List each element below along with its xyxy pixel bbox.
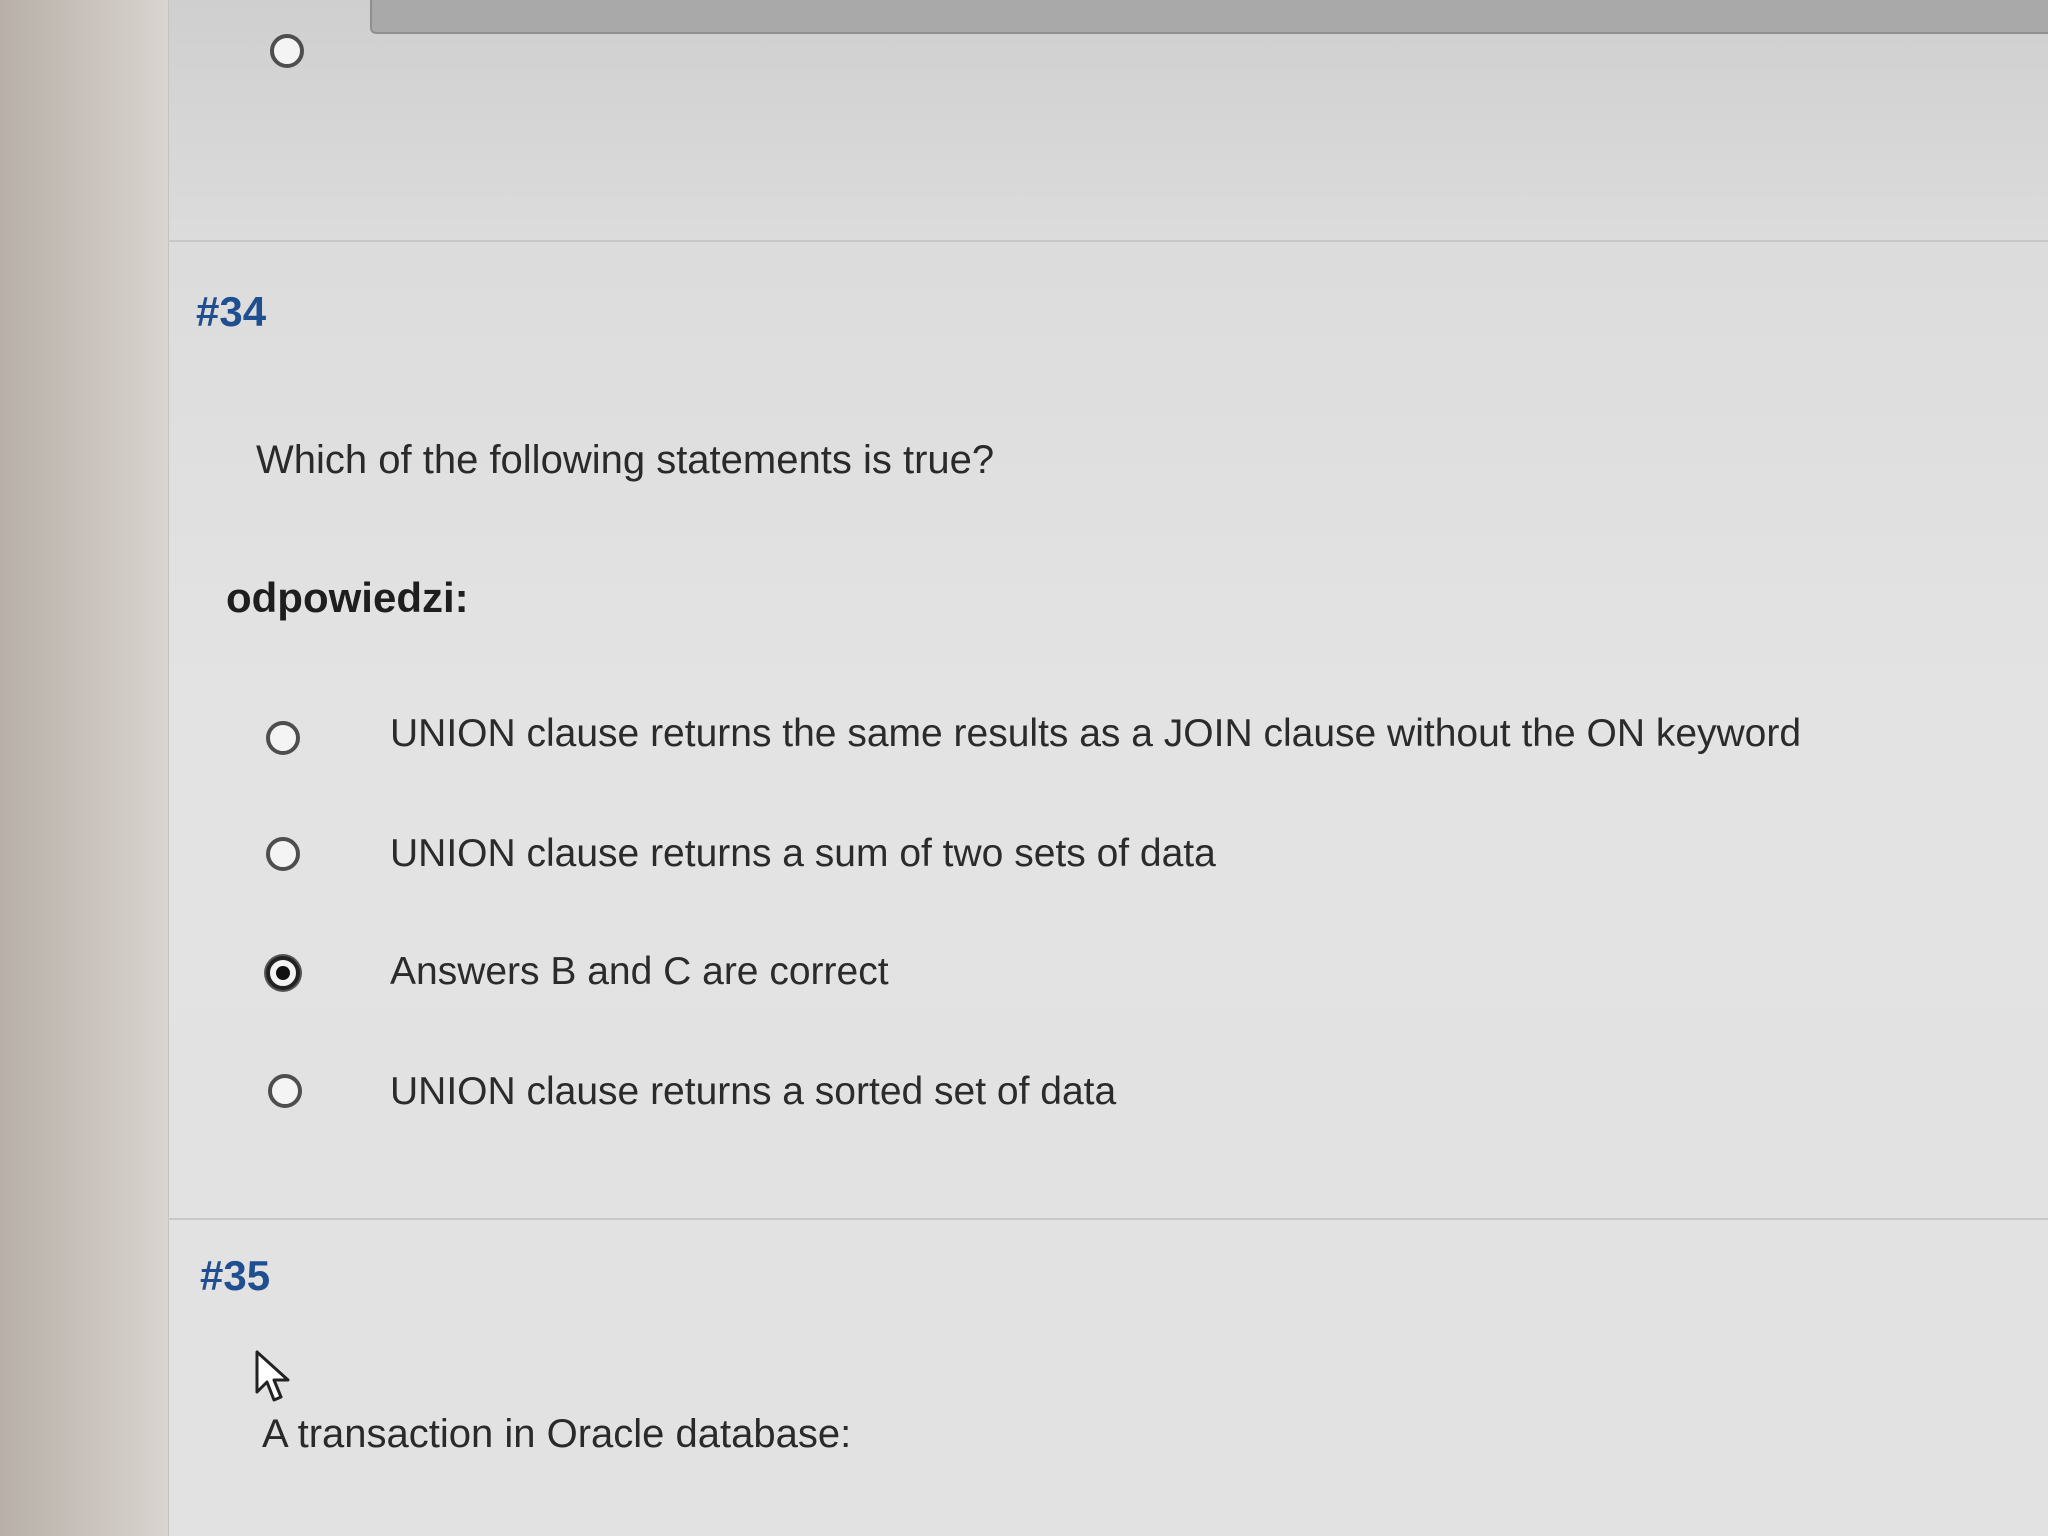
- answer-option-label[interactable]: UNION clause returns a sorted set of dat…: [390, 1070, 1116, 1114]
- quiz-content-panel: [168, 0, 2048, 1536]
- previous-question-radio[interactable]: [270, 34, 304, 68]
- answer-radio-a[interactable]: [266, 721, 300, 755]
- question-text: Which of the following statements is tru…: [256, 438, 995, 482]
- answers-label: odpowiedzi:: [226, 574, 469, 621]
- answer-radio-b[interactable]: [266, 837, 300, 871]
- question-divider: [168, 240, 2048, 242]
- previous-question-field: [370, 0, 2048, 34]
- question-number: #34: [196, 288, 267, 335]
- question-text: A transaction in Oracle database:: [262, 1412, 852, 1456]
- question-number: #35: [200, 1252, 271, 1299]
- question-divider: [168, 1218, 2048, 1220]
- mouse-cursor-icon: [255, 1350, 290, 1402]
- answer-radio-d[interactable]: [268, 1074, 302, 1108]
- answer-radio-c[interactable]: [266, 956, 300, 990]
- left-gutter: [0, 0, 168, 1536]
- answer-option-label[interactable]: Answers B and C are correct: [390, 950, 889, 994]
- answer-option-label[interactable]: UNION clause returns the same results as…: [390, 712, 1801, 756]
- answer-option-label[interactable]: UNION clause returns a sum of two sets o…: [390, 832, 1216, 876]
